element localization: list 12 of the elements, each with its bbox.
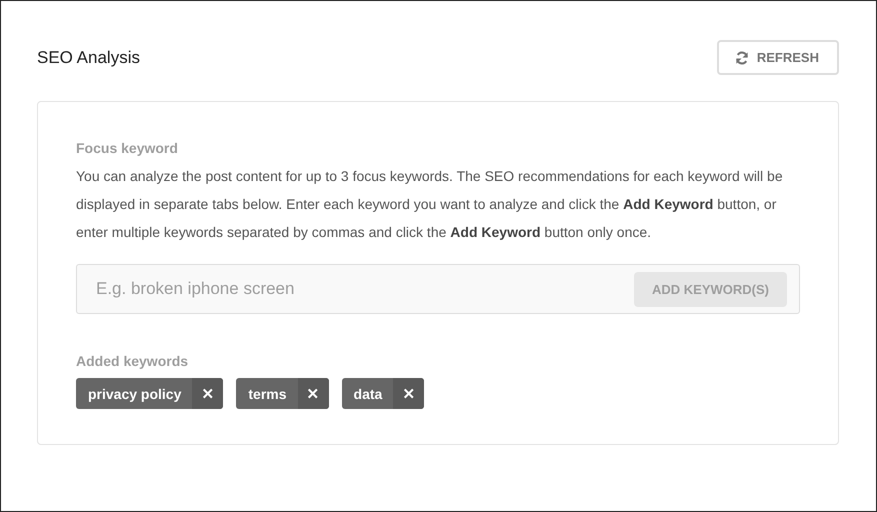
description: You can analyze the post content for up to 3 focus keywords. The SEO recommendations for each keyword will be displayed in separate tabs below. Enter each keyword you want to analyze and click the Add Keyword button, or enter multiple keywords separated by commas and click the Add Keyword button only once. bbox=[76, 167, 784, 242]
keyword-text: privacy policy bbox=[87, 384, 182, 404]
remove-button[interactable]: ✕ bbox=[298, 378, 329, 409]
section-title: SEO Analysis bbox=[37, 48, 140, 68]
refresh-icon bbox=[734, 50, 749, 64]
keyword-text: terms bbox=[247, 384, 288, 404]
field-label: Focus keyword bbox=[76, 140, 179, 156]
field-label: Added keywords bbox=[76, 353, 190, 369]
remove-button[interactable]: ✕ bbox=[393, 378, 424, 409]
refresh-button[interactable]: REFRESH bbox=[716, 40, 839, 75]
keyword-text: data bbox=[352, 384, 384, 404]
remove-button[interactable]: ✕ bbox=[192, 378, 224, 409]
